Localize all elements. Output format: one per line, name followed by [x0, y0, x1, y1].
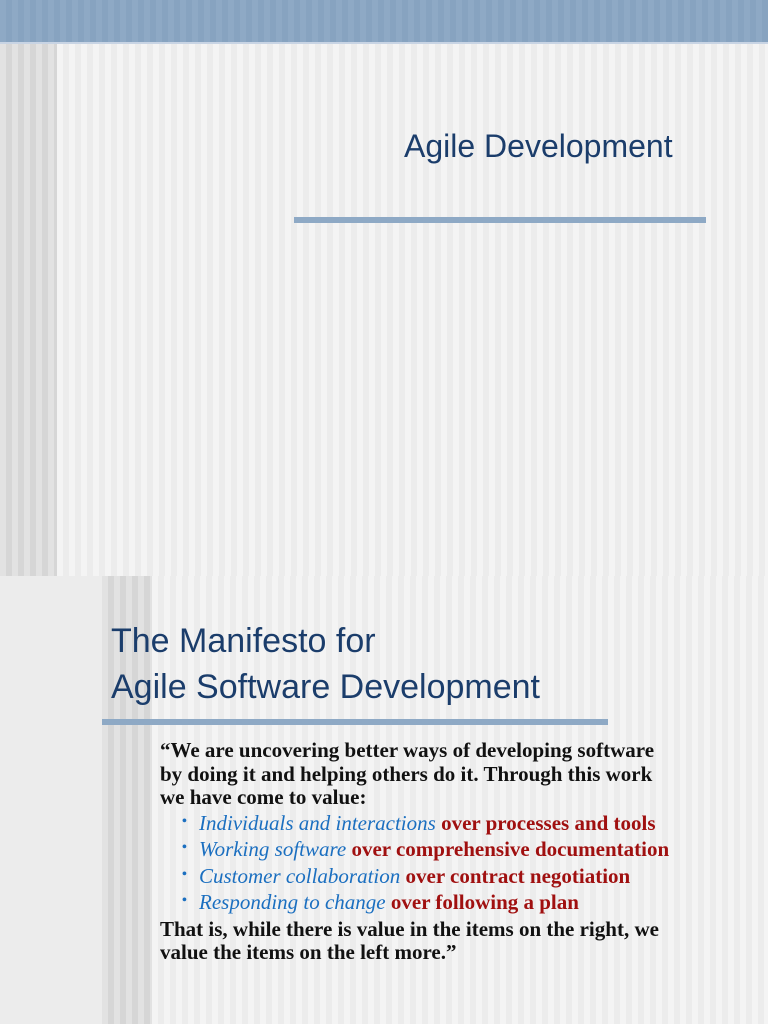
slide-background: [57, 44, 768, 576]
over-item: over contract negotiation: [405, 863, 631, 888]
over-item: over processes and tools: [441, 810, 656, 835]
intro-text: “We are uncovering better ways of develo…: [160, 738, 655, 809]
conclusion-text: That is, while there is value in the ite…: [160, 916, 659, 964]
over-item: over following a plan: [390, 890, 579, 914]
title-divider: [294, 217, 706, 223]
title-line-2: Agile Software Development: [111, 668, 541, 706]
list-item: Customer collaboration over contract neg…: [182, 863, 680, 889]
header-bar: [0, 0, 768, 44]
left-margin: [0, 576, 102, 1024]
valued-item: Individuals and interactions: [199, 810, 436, 835]
list-item: Responding to change over following a pl…: [182, 889, 680, 915]
valued-item: Customer collaboration: [199, 863, 401, 888]
list-item: Individuals and interactions over proces…: [182, 810, 680, 836]
title-divider: [102, 719, 608, 725]
valued-item: Working software: [199, 837, 347, 861]
slide-2: The Manifesto for Agile Software Develop…: [0, 576, 768, 1024]
title-line-1: The Manifesto for: [111, 622, 376, 660]
over-item: over comprehensive documentation: [351, 837, 670, 861]
list-item: Working software over comprehensive docu…: [182, 836, 680, 862]
values-list: Individuals and interactions over proces…: [160, 810, 680, 915]
left-stripe: [0, 44, 57, 576]
slide-1: Agile Development: [0, 0, 768, 576]
manifesto-body: “We are uncovering better ways of develo…: [160, 738, 680, 965]
valued-item: Responding to change: [199, 890, 386, 914]
slide-title: Agile Development: [404, 128, 673, 164]
slide-title: The Manifesto for Agile Software Develop…: [111, 618, 540, 710]
